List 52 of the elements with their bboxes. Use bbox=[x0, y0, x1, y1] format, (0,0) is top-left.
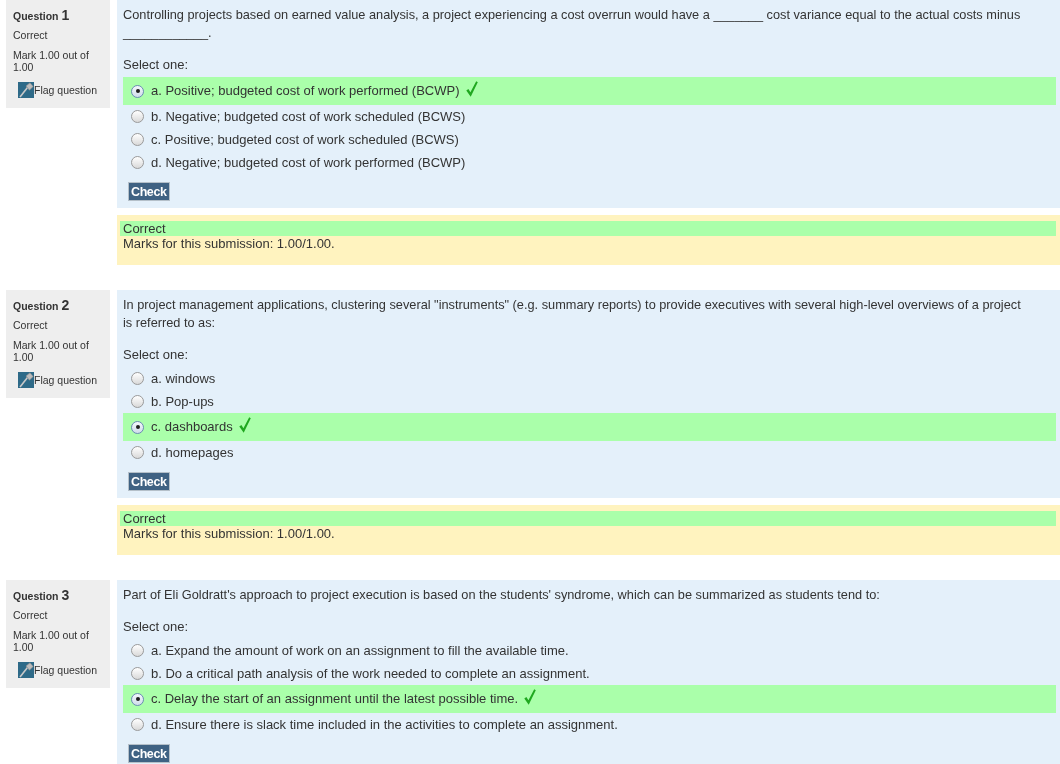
question-status: Correct bbox=[13, 29, 49, 41]
question-text: Controlling projects based on earned value analysis, a project experiencing a cost overrun would have a _______ cost variance equal to the actual costs minus ____________. bbox=[123, 6, 1022, 42]
radio-button[interactable] bbox=[131, 372, 144, 385]
flag-question-link[interactable]: Flag question bbox=[18, 82, 107, 98]
answer-option[interactable]: d. Ensure there is slack time included in the activities to complete an assignment. bbox=[151, 716, 618, 733]
radio-button[interactable] bbox=[131, 667, 144, 680]
question-mark: Mark 1.00 out of 1.00 bbox=[13, 339, 90, 363]
question-text: In project management applications, clustering several "instruments" (e.g. summary reports) to provide executives with several high-level overviews of a project is referred to as: bbox=[123, 296, 1022, 332]
answer-option[interactable]: d. Negative; budgeted cost of work performed (BCWP) bbox=[151, 154, 466, 171]
feedback-status: Correct bbox=[120, 511, 1056, 526]
answer-option[interactable]: b. Do a critical path analysis of the work needed to complete an assignment. bbox=[151, 665, 590, 682]
flag-question-link[interactable]: Flag question bbox=[18, 662, 107, 678]
flag-question-link[interactable]: Flag question bbox=[18, 372, 107, 388]
radio-button[interactable] bbox=[131, 718, 144, 731]
check-button[interactable]: Check bbox=[128, 472, 170, 491]
answer-option[interactable]: d. homepages bbox=[151, 444, 234, 461]
answer-option[interactable]: b. Pop-ups bbox=[151, 393, 214, 410]
select-one-prompt: Select one: bbox=[123, 56, 190, 74]
radio-button[interactable] bbox=[131, 133, 144, 146]
radio-button[interactable] bbox=[131, 84, 144, 98]
answer-option[interactable]: c. dashboards bbox=[151, 419, 233, 435]
radio-button[interactable] bbox=[131, 110, 144, 123]
radio-button[interactable] bbox=[131, 395, 144, 408]
question-mark: Mark 1.00 out of 1.00 bbox=[13, 49, 90, 73]
question-number: Question 2 bbox=[13, 297, 71, 313]
feedback-marks: Marks for this submission: 1.00/1.00. bbox=[122, 526, 336, 542]
radio-button[interactable] bbox=[131, 644, 144, 657]
answer-option[interactable]: b. Negative; budgeted cost of work scheduled (BCWS) bbox=[151, 108, 466, 125]
answer-option[interactable]: c. Positive; budgeted cost of work scheduled (BCWS) bbox=[151, 131, 459, 148]
question-mark: Mark 1.00 out of 1.00 bbox=[13, 629, 90, 653]
radio-button[interactable] bbox=[131, 446, 144, 459]
answer-option[interactable]: c. Delay the start of an assignment until the latest possible time. bbox=[151, 691, 519, 707]
radio-button[interactable] bbox=[131, 156, 144, 169]
flag-icon bbox=[18, 82, 34, 98]
check-button[interactable]: Check bbox=[128, 182, 170, 201]
answer-option[interactable]: a. Expand the amount of work on an assignment to fill the available time. bbox=[151, 642, 569, 659]
select-one-prompt: Select one: bbox=[123, 618, 190, 636]
radio-button[interactable] bbox=[131, 420, 144, 434]
question-text: Part of Eli Goldratt's approach to project execution is based on the students' syndrome, which can be summarized as students tend to: bbox=[123, 586, 881, 604]
question-number: Question 1 bbox=[13, 7, 71, 23]
feedback-marks: Marks for this submission: 1.00/1.00. bbox=[122, 236, 336, 252]
radio-button[interactable] bbox=[131, 692, 144, 706]
select-one-prompt: Select one: bbox=[123, 346, 190, 364]
feedback-status: Correct bbox=[120, 221, 1056, 236]
question-number: Question 3 bbox=[13, 587, 71, 603]
answer-option[interactable]: a. windows bbox=[151, 370, 216, 387]
flag-icon bbox=[18, 662, 34, 678]
check-button[interactable]: Check bbox=[128, 744, 170, 763]
question-status: Correct bbox=[13, 319, 49, 331]
flag-icon bbox=[18, 372, 34, 388]
answer-option[interactable]: a. Positive; budgeted cost of work performed (BCWP) bbox=[151, 83, 460, 99]
question-status: Correct bbox=[13, 609, 49, 621]
